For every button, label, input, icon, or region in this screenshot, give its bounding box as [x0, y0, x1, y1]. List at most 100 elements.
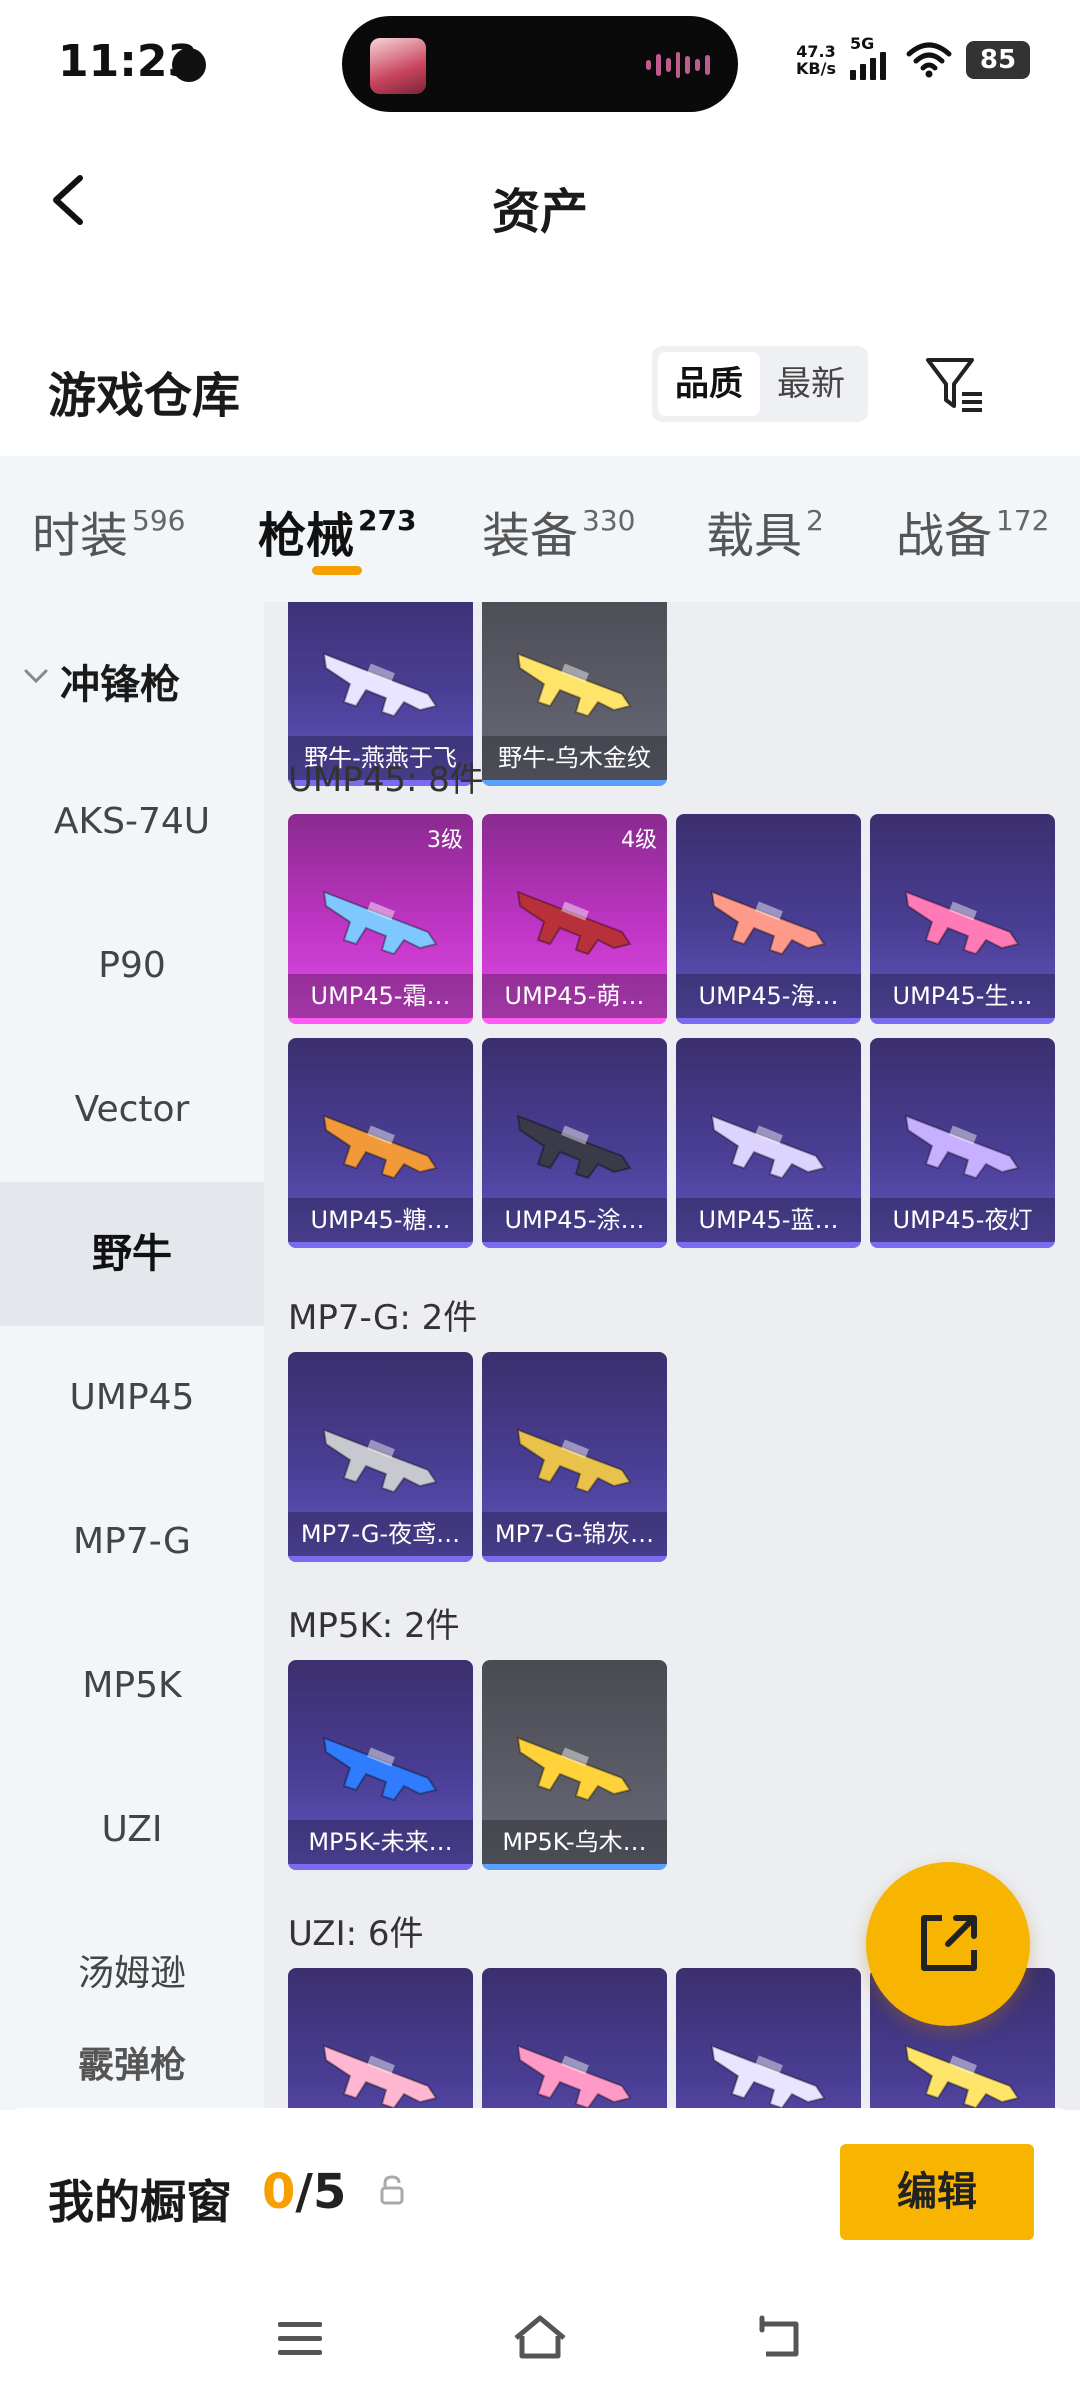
back-nav-icon[interactable]: [750, 2310, 810, 2366]
warehouse-title: 游戏仓库: [48, 368, 241, 424]
sort-quality-button[interactable]: 品质: [658, 352, 760, 416]
weapon-card[interactable]: UMP45-蓝…: [676, 1038, 861, 1248]
sort-newest-button[interactable]: 最新: [760, 352, 862, 416]
home-icon[interactable]: [510, 2310, 570, 2366]
weapon-skin-icon: [322, 1114, 438, 1180]
weapon-skin-icon: [904, 1114, 1020, 1180]
tab-fashion[interactable]: 时装 596: [32, 496, 185, 566]
weapon-card[interactable]: MP5K-未来…: [288, 1660, 473, 1870]
app-avatar-icon: [370, 38, 426, 94]
weapon-skin-icon: [516, 652, 632, 718]
system-nav-bar: [0, 2284, 1080, 2400]
status-bar: 11:23 47.3 KB/s 5G 85: [0, 0, 1080, 130]
weapon-card[interactable]: UMP45-海…: [676, 814, 861, 1024]
weapon-skin-icon: [710, 1114, 826, 1180]
card-label: MP5K-乌木…: [482, 1820, 667, 1864]
rarity-bar: [288, 1864, 473, 1870]
tab-active-indicator: [312, 566, 362, 575]
edit-button[interactable]: 编辑: [840, 2144, 1034, 2240]
weapon-card[interactable]: [288, 1968, 473, 2110]
category-tabs: 时装 596 枪械 273 装备 330 载具 2 战备 172: [0, 456, 1080, 602]
sidebar-group-shotgun[interactable]: 霰弹枪: [0, 2046, 264, 2106]
weapon-skin-icon: [322, 2044, 438, 2110]
card-label: UMP45-夜灯: [870, 1198, 1055, 1242]
audio-wave-icon: [646, 52, 711, 78]
sidebar-item-aks74u[interactable]: AKS-74U: [0, 750, 264, 894]
sidebar-group-smg[interactable]: 冲锋枪: [0, 646, 264, 716]
section-title: MP7-G: 2件: [288, 1298, 478, 1338]
sidebar-item-bison[interactable]: 野牛: [0, 1182, 264, 1326]
app-header: 资产: [0, 130, 1080, 270]
share-fab[interactable]: [866, 1862, 1030, 2026]
weapon-skin-icon: [516, 2044, 632, 2110]
card-label: MP7-G-夜鸢…: [288, 1512, 473, 1556]
section-title: UMP45: 8件: [288, 760, 484, 800]
sidebar-item-mp5k[interactable]: MP5K: [0, 1614, 264, 1758]
weapon-skin-icon: [322, 652, 438, 718]
rarity-bar: [676, 1242, 861, 1248]
weapon-skin-icon: [516, 1114, 632, 1180]
rarity-bar: [676, 1018, 861, 1024]
weapon-skin-icon: [710, 890, 826, 956]
tab-firearms[interactable]: 枪械 273: [258, 496, 416, 566]
rarity-bar: [870, 1018, 1055, 1024]
notification-icon: [172, 48, 206, 82]
sidebar-item-uzi[interactable]: UZI: [0, 1758, 264, 1902]
weapon-card[interactable]: MP5K-乌木…: [482, 1660, 667, 1870]
sidebar-item-mp7g[interactable]: MP7-G: [0, 1470, 264, 1614]
weapon-card[interactable]: [482, 1968, 667, 2110]
rarity-bar: [288, 1242, 473, 1248]
showcase-count: 0/5: [262, 2164, 347, 2220]
card-label: MP7-G-锦灰…: [482, 1512, 667, 1556]
weapon-card[interactable]: UMP45-生…: [870, 814, 1055, 1024]
card-label: UMP45-生…: [870, 974, 1055, 1018]
weapon-sidebar: 冲锋枪 AKS-74U P90 Vector 野牛 UMP45 MP7-G MP…: [0, 602, 264, 2110]
weapon-skin-icon: [904, 2044, 1020, 2110]
sidebar-item-vector[interactable]: Vector: [0, 1038, 264, 1182]
weapon-card[interactable]: UMP45-夜灯: [870, 1038, 1055, 1248]
weapon-card[interactable]: MP7-G-锦灰…: [482, 1352, 667, 1562]
card-label: UMP45-蓝…: [676, 1198, 861, 1242]
filter-icon[interactable]: [922, 352, 986, 416]
card-label: UMP45-萌…: [482, 974, 667, 1018]
weapon-card[interactable]: 3级 UMP45-霜…: [288, 814, 473, 1024]
card-level-badge: 4级: [621, 828, 657, 853]
tab-supplies[interactable]: 战备 172: [896, 496, 1049, 566]
rarity-bar: [482, 1242, 667, 1248]
tab-vehicles[interactable]: 载具 2: [706, 496, 824, 566]
menu-icon[interactable]: [270, 2310, 330, 2366]
signal-icon: 5G: [850, 34, 892, 80]
status-indicators: 47.3 KB/s 5G 85: [796, 34, 1030, 80]
rarity-bar: [482, 1864, 667, 1870]
chevron-down-icon: [24, 669, 48, 684]
weapon-skin-icon: [904, 890, 1020, 956]
card-label: UMP45-糖…: [288, 1198, 473, 1242]
sidebar-item-p90[interactable]: P90: [0, 894, 264, 1038]
weapon-card[interactable]: 野牛-乌木金纹: [482, 602, 667, 786]
tab-equipment[interactable]: 装备 330: [482, 496, 635, 566]
weapon-card[interactable]: MP7-G-夜鸢…: [288, 1352, 473, 1562]
weapon-card[interactable]: UMP45-涂…: [482, 1038, 667, 1248]
sort-toggle: 品质 最新: [652, 346, 868, 422]
sidebar-item-ump45[interactable]: UMP45: [0, 1326, 264, 1470]
weapon-skin-icon: [322, 1428, 438, 1494]
card-label: UMP45-霜…: [288, 974, 473, 1018]
card-label: UMP45-海…: [676, 974, 861, 1018]
weapon-card[interactable]: 4级 UMP45-萌…: [482, 814, 667, 1024]
share-export-icon: [921, 1915, 977, 1971]
rarity-bar: [288, 1556, 473, 1562]
sidebar-item-thompson[interactable]: 汤姆逊: [0, 1902, 264, 2046]
card-label: MP5K-未来…: [288, 1820, 473, 1864]
page-title: 资产: [491, 184, 588, 240]
weapon-skin-icon: [516, 1736, 632, 1802]
weapon-skin-icon: [516, 890, 632, 956]
section-title: UZI: 6件: [288, 1914, 424, 1954]
card-label: 野牛-乌木金纹: [482, 736, 667, 780]
weapon-card[interactable]: [676, 1968, 861, 2110]
rarity-bar: [482, 780, 667, 786]
wifi-icon: [906, 42, 952, 78]
lock-icon: [380, 2175, 404, 2205]
network-speed: 47.3 KB/s: [796, 42, 836, 78]
dynamic-island[interactable]: [342, 16, 738, 112]
weapon-card[interactable]: UMP45-糖…: [288, 1038, 473, 1248]
